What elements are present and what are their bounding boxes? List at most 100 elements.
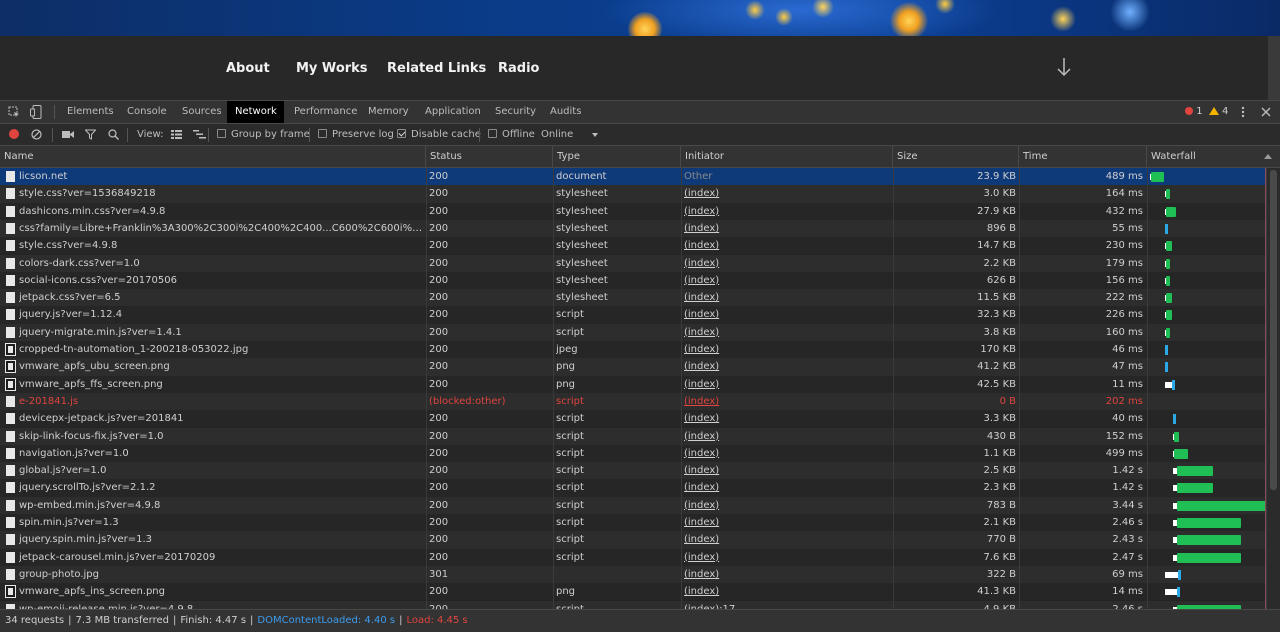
column-header-type[interactable]: Type [553, 146, 681, 167]
group-by-frame-checkbox[interactable] [217, 129, 226, 138]
offline-checkbox[interactable] [488, 129, 497, 138]
request-row[interactable]: vmware_apfs_ffs_screen.png 200 png (index) 4… [0, 375, 1280, 393]
request-initiator[interactable]: (index) [684, 358, 884, 375]
request-row[interactable]: cropped-tn-automation_1-200218-053022.jp… [0, 341, 1280, 359]
search-icon[interactable] [108, 129, 119, 140]
tab-console[interactable]: Console [119, 101, 175, 123]
request-row[interactable]: group-photo.jpg 301 (index) 322 B 69 ms [0, 565, 1280, 584]
request-initiator[interactable]: (index) [684, 393, 884, 410]
request-row[interactable]: e-201841.js (blocked:other) script (index) 0… [0, 392, 1280, 411]
request-row[interactable]: jquery.js?ver=1.12.4 200 script (index) 32.3… [0, 306, 1280, 324]
request-initiator[interactable]: (index) [684, 410, 884, 427]
request-initiator[interactable]: (index) [684, 324, 884, 341]
nav-link-related-links[interactable]: Related Links [387, 61, 486, 76]
preserve-log-checkbox[interactable] [318, 129, 327, 138]
request-initiator[interactable]: (index) [684, 531, 884, 548]
request-initiator[interactable]: (index) [684, 428, 884, 445]
tab-security[interactable]: Security [487, 101, 544, 123]
column-header-status[interactable]: Status [426, 146, 553, 167]
close-icon[interactable] [1261, 107, 1271, 117]
request-row[interactable]: jquery.scrollTo.js?ver=2.1.2 200 script (in… [0, 479, 1280, 497]
request-row[interactable]: spin.min.js?ver=1.3 200 script (index) 2.1 K… [0, 514, 1280, 532]
request-row[interactable]: colors-dark.css?ver=1.0 200 stylesheet (ind… [0, 254, 1280, 272]
request-initiator[interactable]: (index) [684, 185, 884, 202]
chevron-down-icon[interactable] [592, 133, 598, 137]
request-row[interactable]: wp-embed.min.js?ver=4.9.8 200 script (index… [0, 496, 1280, 514]
request-initiator[interactable]: (index):17 [684, 601, 884, 610]
filter-icon[interactable] [85, 129, 96, 140]
request-row[interactable]: vmware_apfs_ins_screen.png 200 png (index) 4… [0, 583, 1280, 601]
request-row[interactable]: skip-link-focus-fix.js?ver=1.0 200 script (… [0, 427, 1280, 445]
request-row[interactable]: style.css?ver=1536849218 200 stylesheet (in… [0, 185, 1280, 203]
request-initiator[interactable]: (index) [684, 566, 884, 583]
request-initiator[interactable]: (index) [684, 272, 884, 289]
request-time: 1.42 s [1112, 465, 1143, 477]
request-row[interactable]: wp-emoji-release.min.js?ver=4.9.8 200 scri… [0, 600, 1280, 610]
request-initiator[interactable]: (index) [684, 445, 884, 462]
tab-memory[interactable]: Memory [360, 101, 417, 123]
request-initiator[interactable]: (index) [684, 306, 884, 323]
request-initiator[interactable]: (index) [684, 583, 884, 600]
scrollbar-thumb[interactable] [1270, 170, 1277, 490]
request-row[interactable]: jquery-migrate.min.js?ver=1.4.1 200 script… [0, 323, 1280, 341]
nav-link-radio[interactable]: Radio [498, 61, 539, 76]
tab-sources[interactable]: Sources [174, 101, 230, 123]
tab-network[interactable]: Network [227, 101, 284, 123]
request-row[interactable]: jetpack-carousel.min.js?ver=20170209 200 s… [0, 548, 1280, 566]
request-row[interactable]: css?family=Libre+Franklin%3A300%2C300i%2… [0, 219, 1280, 238]
record-icon[interactable] [9, 129, 19, 139]
request-initiator[interactable]: (index) [684, 462, 884, 479]
overview-icon[interactable] [193, 130, 206, 139]
nav-link-about[interactable]: About [226, 61, 270, 76]
issue-counter[interactable]: 1 4 [1185, 106, 1228, 118]
request-row[interactable]: style.css?ver=4.9.8 200 stylesheet (index) 1… [0, 237, 1280, 255]
throttling-select[interactable]: Online [541, 129, 573, 141]
nav-link-my-works[interactable]: My Works [296, 61, 368, 76]
more-options-icon[interactable] [1238, 106, 1248, 118]
request-row[interactable]: licson.net 200 document Other 23.9 KB 489 ms [0, 168, 1280, 186]
tab-performance[interactable]: Performance [286, 101, 365, 123]
column-header-initiator[interactable]: Initiator [681, 146, 893, 167]
request-initiator[interactable]: (index) [684, 479, 884, 496]
column-header-time[interactable]: Time [1019, 146, 1147, 167]
request-type: script [556, 395, 584, 407]
waterfall-cell [1147, 272, 1266, 289]
column-header-waterfall[interactable]: Waterfall [1147, 146, 1280, 167]
tab-elements[interactable]: Elements [59, 101, 122, 123]
request-list-scrollbar[interactable] [1266, 168, 1280, 609]
waterfall-cell [1147, 168, 1266, 185]
request-row[interactable]: jquery.spin.min.js?ver=1.3 200 script (inde… [0, 531, 1280, 549]
request-initiator[interactable]: (index) [684, 341, 884, 358]
disable-cache-checkbox[interactable] [397, 129, 406, 138]
request-initiator[interactable]: (index) [684, 220, 884, 237]
request-initiator[interactable]: (index) [684, 497, 884, 514]
request-size: 170 KB [980, 344, 1016, 355]
site-scrollbar[interactable] [1268, 36, 1280, 100]
request-row[interactable]: social-icons.css?ver=20170506 200 styleshe… [0, 271, 1280, 290]
device-toolbar-icon[interactable] [30, 105, 42, 119]
request-initiator[interactable]: (index) [684, 237, 884, 254]
request-row[interactable]: navigation.js?ver=1.0 200 script (index) 1.1… [0, 444, 1280, 463]
request-initiator[interactable]: (index) [684, 549, 884, 566]
request-initiator[interactable]: (index) [684, 255, 884, 272]
arrow-down-icon[interactable] [1055, 56, 1073, 78]
camera-icon[interactable] [62, 130, 74, 139]
clear-icon[interactable] [31, 129, 42, 140]
tab-application[interactable]: Application [417, 101, 489, 123]
tab-audits[interactable]: Audits [542, 101, 589, 123]
sort-ascending-icon[interactable] [1264, 154, 1272, 159]
column-header-name[interactable]: Name [0, 146, 426, 167]
large-rows-icon[interactable] [171, 130, 182, 139]
request-row[interactable]: dashicons.min.css?ver=4.9.8 200 stylesheet… [0, 202, 1280, 220]
request-initiator[interactable]: (index) [684, 203, 884, 220]
request-size: 626 B [986, 274, 1016, 286]
request-initiator[interactable]: (index) [684, 514, 884, 531]
inspect-element-icon[interactable] [8, 106, 20, 118]
column-header-size[interactable]: Size [893, 146, 1019, 167]
request-row[interactable]: devicepx-jetpack.js?ver=201841 200 script (… [0, 410, 1280, 428]
request-row[interactable]: jetpack.css?ver=6.5 200 stylesheet (index) 1… [0, 289, 1280, 307]
request-initiator[interactable]: (index) [684, 289, 884, 306]
request-initiator[interactable]: (index) [684, 376, 884, 393]
request-row[interactable]: vmware_apfs_ubu_screen.png 200 png (index) 4… [0, 358, 1280, 376]
request-row[interactable]: global.js?ver=1.0 200 script (index) 2.5 KB 1… [0, 462, 1280, 480]
